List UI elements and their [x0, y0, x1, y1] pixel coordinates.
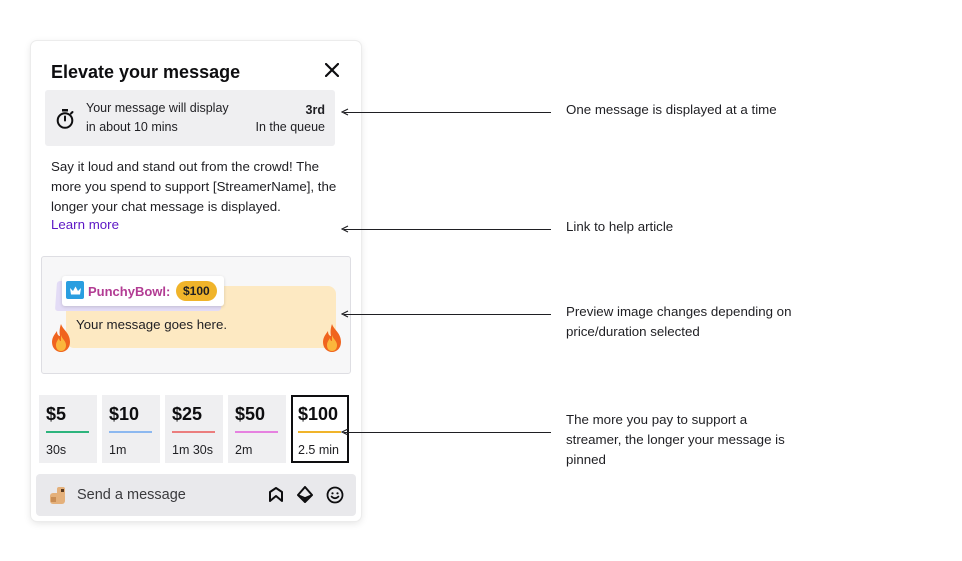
- close-button[interactable]: [319, 57, 345, 83]
- emote-smiley-icon[interactable]: [326, 486, 344, 504]
- preview-username: PunchyBowl:: [88, 284, 171, 299]
- tier-price: $100: [298, 404, 339, 424]
- annotation-help-link: Link to help article: [566, 219, 674, 234]
- display-time-subtext: in about 10 mins: [86, 120, 178, 134]
- tier-duration: 2m: [235, 443, 253, 457]
- tier-duration: 1m 30s: [172, 443, 213, 457]
- arrow-head-icon: [341, 310, 349, 318]
- cheer-gem-icon[interactable]: [296, 486, 314, 504]
- close-icon: [325, 63, 339, 77]
- send-message-input[interactable]: [77, 485, 247, 505]
- annotation-line: [344, 229, 551, 230]
- crown-icon: [66, 281, 84, 299]
- queue-position-label: In the queue: [255, 120, 325, 134]
- message-preview: PunchyBowl: $100 Your message goes here.: [41, 256, 351, 374]
- tier-price: $5: [46, 404, 67, 424]
- tier-option[interactable]: $5 30s: [39, 395, 97, 463]
- arrow-head-icon: [341, 225, 349, 233]
- preview-amount-badge: $100: [176, 281, 217, 301]
- tier-color-bar: [109, 431, 152, 433]
- arrow-head-icon: [341, 108, 349, 116]
- flame-icon: [52, 324, 70, 352]
- stopwatch-icon: [56, 109, 74, 129]
- price-tiers: $5 30s $10 1m $25 1m 30s $50 2m $100 2.5…: [39, 395, 354, 463]
- chat-input-bar: [36, 474, 356, 516]
- annotation-line: [344, 432, 551, 433]
- tier-price: $25: [172, 404, 203, 424]
- annotation-tiers: The more you pay to support a streamer, …: [566, 412, 785, 467]
- tier-option[interactable]: $25 1m 30s: [165, 395, 223, 463]
- preview-message: Your message goes here.: [76, 317, 228, 332]
- queue-position: 3rd: [305, 103, 325, 117]
- tier-color-bar: [172, 431, 215, 433]
- tier-color-bar: [298, 431, 341, 433]
- annotation-preview: Preview image changes depending on price…: [566, 304, 792, 339]
- tier-duration: 30s: [46, 443, 67, 457]
- display-time-text: Your message will display: [86, 101, 229, 115]
- queue-info-box: Your message will display in about 10 mi…: [45, 90, 335, 146]
- tier-price: $10: [109, 404, 140, 424]
- preview-nametag: PunchyBowl: $100: [62, 276, 224, 306]
- elevate-message-panel: Elevate your message Your message will d…: [31, 41, 361, 521]
- bits-icon[interactable]: [267, 486, 285, 504]
- tier-color-bar: [46, 431, 89, 433]
- learn-more-link[interactable]: Learn more: [51, 217, 119, 232]
- tier-option[interactable]: $10 1m: [102, 395, 160, 463]
- annotation-queue: One message is displayed at a time: [566, 102, 777, 117]
- user-avatar[interactable]: [48, 485, 68, 505]
- panel-title: Elevate your message: [51, 62, 241, 82]
- tier-duration: 1m: [109, 443, 127, 457]
- tier-duration: 2.5 min: [298, 443, 339, 457]
- description-text: Say it loud and stand out from the crowd…: [51, 159, 337, 214]
- tier-option[interactable]: $50 2m: [228, 395, 286, 463]
- annotation-line: [344, 112, 551, 113]
- arrow-head-icon: [341, 428, 349, 436]
- tier-color-bar: [235, 431, 278, 433]
- annotation-line: [344, 314, 551, 315]
- flame-icon: [323, 324, 341, 352]
- tier-price: $50: [235, 404, 266, 424]
